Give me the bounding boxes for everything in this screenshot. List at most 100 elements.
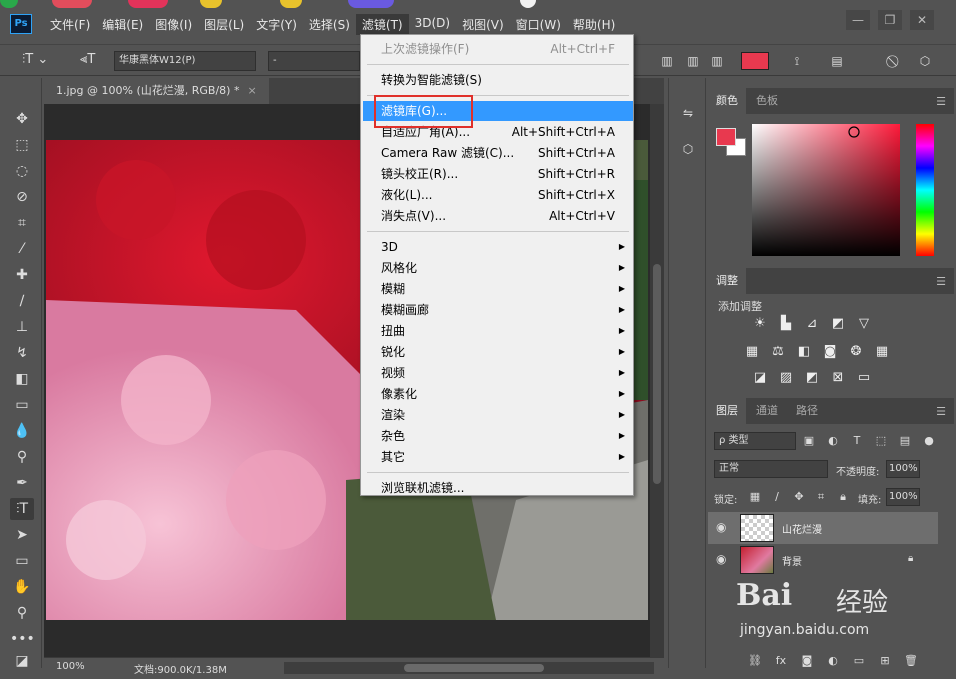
filter-menu-item[interactable]: 像素化 ▶ (363, 384, 633, 404)
blend-mode-select[interactable]: 正常 (714, 460, 828, 478)
posterize-icon[interactable]: ▨ (778, 370, 794, 386)
filter-menu-item[interactable]: 滤镜库(G)... (363, 101, 633, 121)
horizontal-scroll-thumb[interactable] (404, 664, 544, 672)
restore-button[interactable]: ❐ (878, 10, 902, 30)
lock-transparent-icon[interactable]: ▦ (748, 490, 762, 504)
color-balance-icon[interactable]: ⚖ (770, 344, 786, 360)
menu-item[interactable]: 图层(L) (198, 14, 250, 35)
filter-menu-item[interactable]: 上次滤镜操作(F) Alt+Ctrl+F (363, 39, 633, 59)
document-tab[interactable]: 1.jpg @ 100% (山花烂漫, RGB/8) * × (44, 78, 269, 104)
close-button[interactable]: ✕ (910, 10, 934, 30)
filter-menu-item[interactable]: 扭曲 ▶ (363, 321, 633, 341)
gradient-tool-icon[interactable]: ▭ (10, 394, 34, 416)
tab-adjustments[interactable]: 调整 (708, 268, 746, 294)
align-center-icon[interactable]: ▥ (682, 52, 704, 70)
menu-item[interactable]: 3D(D) (409, 14, 456, 35)
filter-menu-item[interactable]: 液化(L)... Shift+Ctrl+X (363, 185, 633, 205)
marquee-tool-icon[interactable]: ⬚ (10, 134, 34, 156)
lock-artboard-icon[interactable]: ⌗ (814, 490, 828, 504)
menu-item[interactable]: 滤镜(T) (355, 14, 409, 35)
warp-text-icon[interactable]: ⟟ (786, 52, 808, 70)
tab-close-icon[interactable]: × (247, 84, 256, 97)
vertical-scrollbar[interactable] (650, 104, 664, 657)
horizontal-scrollbar[interactable] (284, 662, 654, 674)
panel-menu-icon[interactable]: ☰ (936, 95, 946, 108)
zoom-level[interactable]: 100% (56, 661, 85, 672)
menu-item[interactable]: 视图(V) (456, 14, 510, 35)
tab-paths[interactable]: 路径 (788, 398, 826, 424)
vibrance-icon[interactable]: ▽ (856, 316, 872, 332)
menu-item[interactable]: 文件(F) (44, 14, 96, 35)
menu-item[interactable]: 编辑(E) (96, 14, 149, 35)
3d-panel-icon[interactable]: ⬡ (677, 138, 699, 160)
pen-tool-icon[interactable]: ✒ (10, 472, 34, 494)
text-color-swatch[interactable] (741, 52, 769, 70)
brush-tool-icon[interactable]: ∕ (10, 290, 34, 312)
history-panel-icon[interactable]: ⇋ (677, 102, 699, 124)
filter-menu-item[interactable]: 镜头校正(R)... Shift+Ctrl+R (363, 164, 633, 184)
color-lookup-icon[interactable]: ▦ (874, 344, 890, 360)
filter-menu-item[interactable]: 杂色 ▶ (363, 426, 633, 446)
filter-menu-item[interactable]: 渲染 ▶ (363, 405, 633, 425)
menu-item[interactable]: 选择(S) (303, 14, 356, 35)
black-white-icon[interactable]: ◧ (796, 344, 812, 360)
tab-swatches[interactable]: 色板 (748, 88, 786, 114)
layer-filter-select[interactable]: ρ 类型 (714, 432, 796, 450)
filter-smart-icon[interactable]: ▤ (898, 434, 912, 448)
panel-menu-icon[interactable]: ☰ (936, 405, 946, 418)
tab-color[interactable]: 颜色 (708, 88, 746, 114)
filter-menu-item[interactable]: 转换为智能滤镜(S) (363, 70, 633, 90)
eraser-tool-icon[interactable]: ◧ (10, 368, 34, 390)
character-panel-icon[interactable]: ▤ (826, 52, 848, 70)
crop-tool-icon[interactable]: ⌗ (10, 212, 34, 234)
hand-tool-icon[interactable]: ✋ (10, 576, 34, 598)
filter-menu-item[interactable]: 锐化 ▶ (363, 342, 633, 362)
lasso-tool-icon[interactable]: ◌ (10, 160, 34, 182)
text-orientation-icon[interactable]: ⫷T (80, 52, 95, 67)
filter-type-icon[interactable]: T (850, 434, 864, 448)
lock-pixels-icon[interactable]: ∕ (770, 490, 784, 504)
more-tools-icon[interactable]: ••• (10, 628, 35, 650)
color-picker-field[interactable] (752, 124, 900, 256)
menu-item[interactable]: 帮助(H) (567, 14, 621, 35)
move-tool-icon[interactable]: ✥ (10, 108, 34, 130)
stamp-tool-icon[interactable]: ⊥ (10, 316, 34, 338)
cancel-icon[interactable]: ⃠ (884, 52, 906, 70)
dodge-tool-icon[interactable]: ⚲ (10, 446, 34, 468)
invert-icon[interactable]: ◪ (752, 370, 768, 386)
filter-menu-item[interactable]: 模糊画廊 ▶ (363, 300, 633, 320)
gradient-map-icon[interactable]: ▭ (856, 370, 872, 386)
filter-pixel-icon[interactable]: ▣ (802, 434, 816, 448)
healing-tool-icon[interactable]: ✚ (10, 264, 34, 286)
filter-menu-item[interactable]: 浏览联机滤镜... (363, 478, 633, 498)
filter-menu-item[interactable]: 模糊 ▶ (363, 279, 633, 299)
panel-menu-icon[interactable]: ☰ (936, 275, 946, 288)
visibility-eye-icon[interactable]: ◉ (716, 520, 726, 534)
photo-filter-icon[interactable]: ◙ (822, 344, 838, 360)
shape-tool-icon[interactable]: ▭ (10, 550, 34, 572)
curves-icon[interactable]: ⊿ (804, 316, 820, 332)
filter-toggle-icon[interactable]: ● (922, 434, 936, 448)
filter-menu-item[interactable]: 视频 ▶ (363, 363, 633, 383)
filter-shape-icon[interactable]: ⬚ (874, 434, 888, 448)
filter-menu-item[interactable]: 3D ▶ (363, 237, 633, 257)
layer-row[interactable]: ◉ 山花烂漫 (708, 512, 938, 544)
fg-bg-color-icon[interactable]: ◪ (10, 650, 34, 672)
menu-item[interactable]: 文字(Y) (250, 14, 303, 35)
eyedropper-tool-icon[interactable]: ⁄ (10, 238, 34, 260)
align-right-icon[interactable]: ▥ (706, 52, 728, 70)
filter-menu-item[interactable]: 消失点(V)... Alt+Ctrl+V (363, 206, 633, 226)
font-style-select[interactable]: - (268, 51, 360, 71)
foreground-color-swatch[interactable] (716, 128, 736, 146)
lock-position-icon[interactable]: ✥ (792, 490, 806, 504)
tab-channels[interactable]: 通道 (748, 398, 786, 424)
quick-select-tool-icon[interactable]: ⊘ (10, 186, 34, 208)
zoom-tool-icon[interactable]: ⚲ (10, 602, 34, 624)
opacity-input[interactable]: 100% (886, 460, 920, 478)
hue-saturation-icon[interactable]: ▦ (744, 344, 760, 360)
align-left-icon[interactable]: ▥ (656, 52, 678, 70)
menu-item[interactable]: 窗口(W) (510, 14, 567, 35)
blur-tool-icon[interactable]: 💧 (10, 420, 34, 442)
menu-item[interactable]: 图像(I) (149, 14, 198, 35)
text-tool-icon[interactable]: ⫶T ⌄ (22, 52, 48, 67)
